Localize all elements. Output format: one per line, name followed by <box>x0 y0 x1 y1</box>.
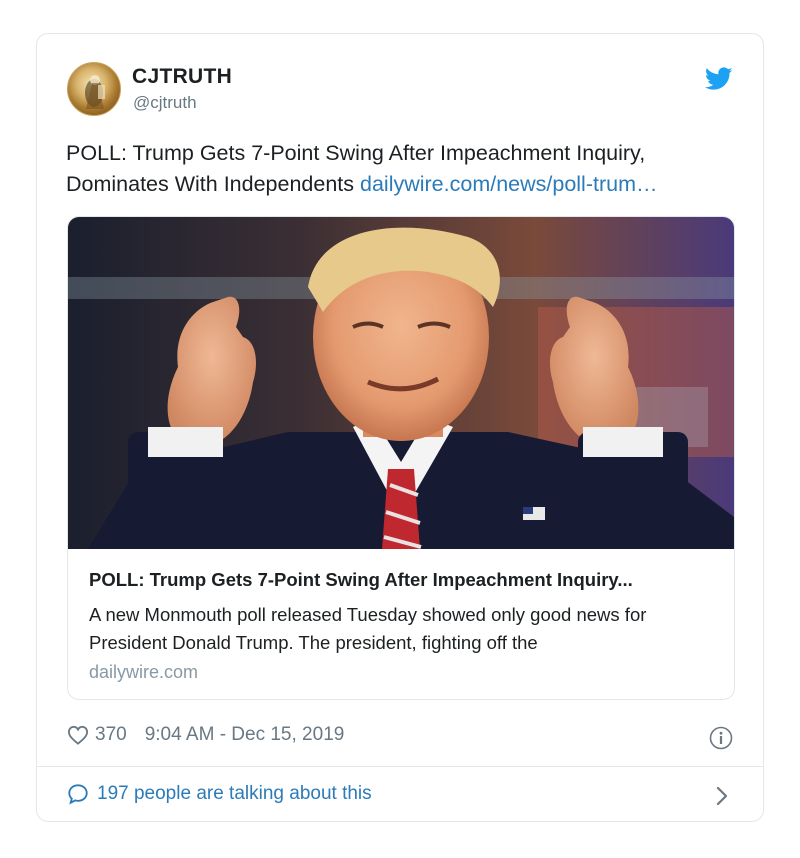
avatar-image <box>85 75 105 109</box>
link-preview-title[interactable]: POLL: Trump Gets 7-Point Swing After Imp… <box>89 569 719 591</box>
twitter-bird-icon[interactable] <box>705 67 733 91</box>
talking-about-text[interactable]: 197 people are talking about this <box>97 783 372 805</box>
link-preview-card[interactable]: POLL: Trump Gets 7-Point Swing After Imp… <box>67 216 735 700</box>
tweet-url-link[interactable]: dailywire.com/news/poll-trum… <box>360 172 658 196</box>
tweet-timestamp[interactable]: 9:04 AM - Dec 15, 2019 <box>145 724 345 746</box>
tweet-text: POLL: Trump Gets 7-Point Swing After Imp… <box>66 138 746 200</box>
link-preview-image <box>68 217 734 549</box>
avatar[interactable] <box>67 62 121 116</box>
user-handle[interactable]: @cjtruth <box>133 93 197 113</box>
heart-icon[interactable] <box>67 725 89 745</box>
tweet-meta: 370 9:04 AM - Dec 15, 2019 <box>67 724 344 746</box>
link-preview-domain: dailywire.com <box>89 662 199 682</box>
like-count[interactable]: 370 <box>95 724 127 746</box>
footer-divider <box>37 766 763 767</box>
embedded-tweet-card: CJTRUTH @cjtruth POLL: Trump Gets 7-Poin… <box>36 33 764 822</box>
chat-bubble-icon <box>68 784 88 805</box>
link-preview-description: A new Monmouth poll released Tuesday sho… <box>89 604 647 653</box>
talking-about-link[interactable]: 197 people are talking about this <box>67 783 372 805</box>
chevron-right-icon[interactable] <box>715 786 729 806</box>
display-name[interactable]: CJTRUTH <box>132 65 232 89</box>
info-icon[interactable] <box>709 726 733 750</box>
